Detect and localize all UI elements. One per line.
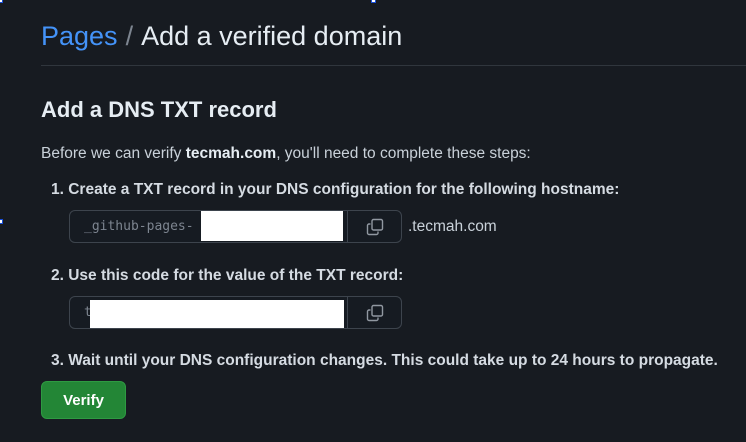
- hostname-value: _github-pages-: [84, 219, 194, 234]
- step-1-label: 1. Create a TXT record in your DNS confi…: [51, 181, 620, 198]
- intro-suffix: , you'll need to complete these steps:: [276, 145, 531, 162]
- header-divider: [41, 65, 746, 66]
- section-title: Add a DNS TXT record: [41, 97, 277, 122]
- selection-handle: [371, 0, 376, 3]
- redacted-area: [201, 211, 343, 241]
- txt-code-field[interactable]: t: [69, 296, 402, 329]
- page: Pages / Add a verified domain Add a DNS TX…: [0, 0, 746, 442]
- breadcrumb: Pages / Add a verified domain: [41, 19, 402, 53]
- selection-handle: [0, 0, 3, 3]
- breadcrumb-separator: /: [125, 21, 134, 51]
- selection-handle: [0, 219, 3, 224]
- copy-hostname-button[interactable]: [347, 210, 401, 243]
- copy-code-button[interactable]: [347, 296, 401, 329]
- verify-button[interactable]: Verify: [41, 381, 126, 419]
- page-title: Add a verified domain: [141, 21, 403, 51]
- intro-domain: tecmah.com: [185, 145, 277, 162]
- intro-text: Before we can verify tecmah.com, you'll …: [41, 145, 531, 163]
- step-2-label: 2. Use this code for the value of the TX…: [51, 267, 404, 284]
- hostname-suffix: .tecmah.com: [408, 218, 497, 235]
- breadcrumb-pages-link[interactable]: Pages: [41, 21, 118, 51]
- copy-icon: [366, 304, 383, 321]
- redacted-area: [90, 300, 344, 328]
- step-3-label: 3. Wait until your DNS configuration cha…: [51, 352, 718, 369]
- intro-prefix: Before we can verify: [41, 145, 186, 162]
- hostname-field[interactable]: _github-pages-: [69, 210, 402, 243]
- copy-icon: [366, 218, 383, 235]
